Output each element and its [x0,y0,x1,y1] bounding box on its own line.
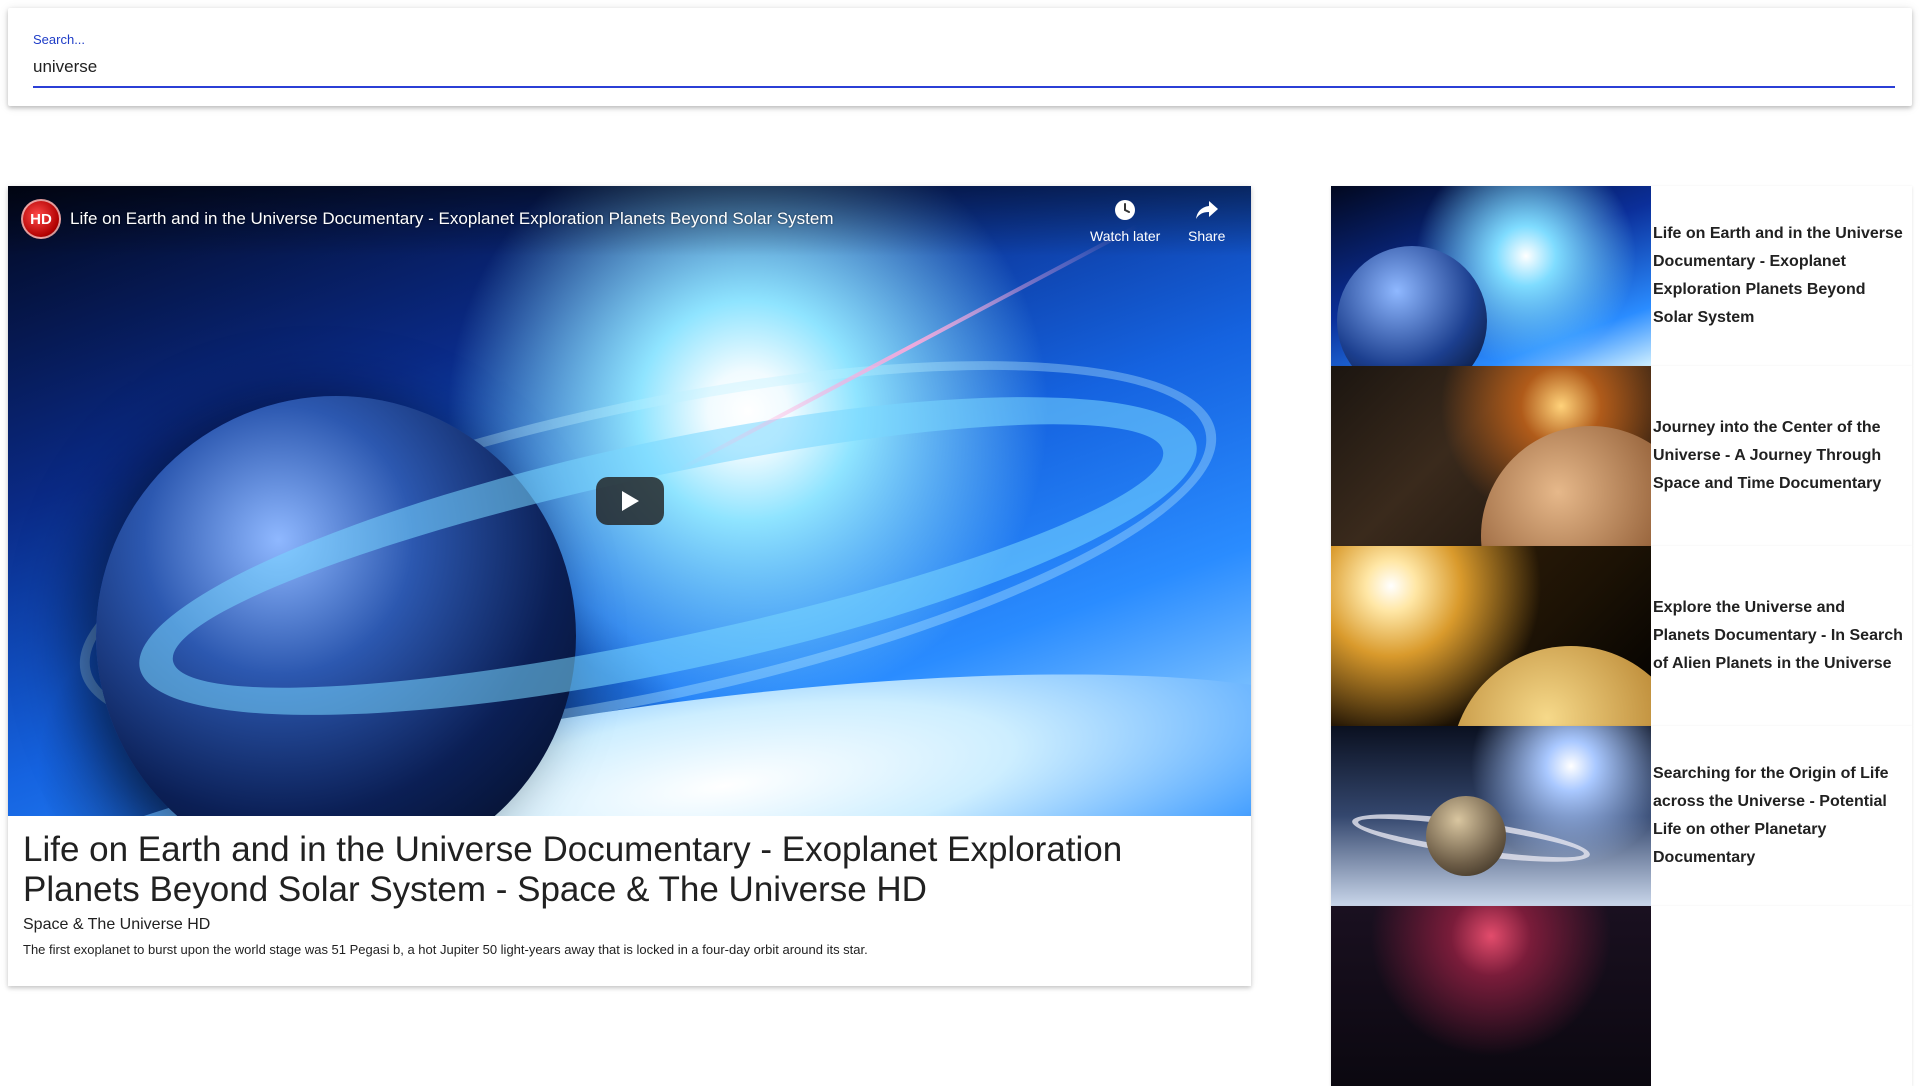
related-video-title[interactable]: Journey into the Center of the Universe … [1651,414,1912,498]
thumbnail-art [1426,796,1506,876]
video-player[interactable]: HD Life on Earth and in the Universe Doc… [8,186,1251,816]
related-video-item[interactable] [1331,906,1912,1086]
channel-logo[interactable]: HD [21,199,61,239]
share-button[interactable]: Share [1188,198,1225,244]
related-video-thumbnail[interactable] [1331,906,1651,1086]
share-label: Share [1188,228,1226,244]
video-description: The first exoplanet to burst upon the wo… [23,942,868,957]
related-video-item[interactable]: Searching for the Origin of Life across … [1331,726,1912,906]
related-video-thumbnail[interactable] [1331,546,1651,726]
watch-later-button[interactable]: Watch later [1090,198,1160,244]
search-input[interactable] [33,52,1895,88]
related-video-title[interactable]: Searching for the Origin of Life across … [1651,760,1912,872]
main-video-card: HD Life on Earth and in the Universe Doc… [8,186,1251,986]
related-video-thumbnail[interactable] [1331,186,1651,366]
related-videos-list: Life on Earth and in the Universe Docume… [1331,186,1912,1086]
player-video-title[interactable]: Life on Earth and in the Universe Docume… [70,209,834,229]
search-label: Search... [33,32,86,47]
watch-later-label: Watch later [1090,228,1161,244]
search-card: Search... [8,8,1912,106]
related-video-title[interactable]: Life on Earth and in the Universe Docume… [1651,220,1912,332]
related-video-thumbnail[interactable] [1331,366,1651,546]
share-arrow-icon [1195,201,1218,219]
related-video-item[interactable]: Life on Earth and in the Universe Docume… [1331,186,1912,366]
clock-icon [1115,200,1136,220]
play-button[interactable] [596,477,664,525]
thumbnail-art [1481,426,1651,546]
thumbnail-art [1337,246,1487,366]
thumbnail-art [1451,646,1651,726]
related-video-item[interactable]: Journey into the Center of the Universe … [1331,366,1912,546]
related-video-thumbnail[interactable] [1331,726,1651,906]
related-video-item[interactable]: Explore the Universe and Planets Documen… [1331,546,1912,726]
related-video-title[interactable]: Explore the Universe and Planets Documen… [1651,594,1912,678]
video-title: Life on Earth and in the Universe Docume… [23,830,1123,909]
video-channel-name: Space & The Universe HD [23,916,211,933]
play-icon [622,491,639,511]
